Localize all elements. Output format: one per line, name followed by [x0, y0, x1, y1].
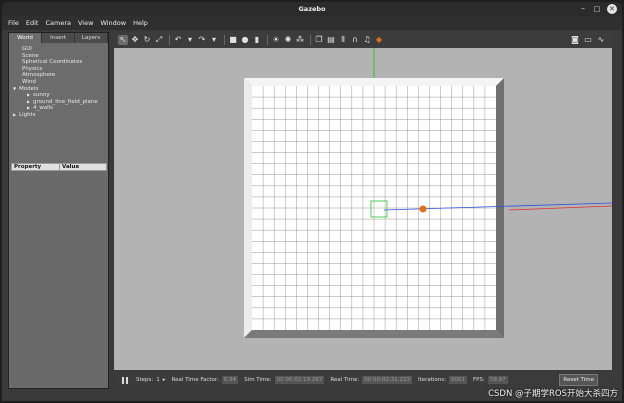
left-panel-tabs: World Insert Layers [9, 33, 108, 43]
pause-icon [122, 376, 124, 384]
tree-item-models[interactable]: ▼ Models [13, 86, 104, 93]
screenshot-camera-icon[interactable]: ◙ [570, 35, 580, 45]
tree-item-wind[interactable]: Wind [13, 79, 104, 86]
fps-label: FPS: [473, 377, 485, 383]
toolbar-separator [169, 35, 170, 45]
tree-item-gui[interactable]: GUI [13, 46, 104, 53]
property-column-header: Property [12, 164, 60, 170]
undo-icon[interactable]: ↶ [173, 35, 183, 45]
tree-item-lights-label: Lights [19, 111, 36, 118]
snap-icon[interactable]: ∩ [350, 35, 360, 45]
sim-time-value: 00 00:02:19.267 [274, 376, 325, 384]
steps-label: Steps: [136, 377, 154, 383]
world-tree: GUI Scene Spherical Coordinates Physics … [9, 43, 108, 161]
fps-value: 59.97 [487, 376, 508, 384]
watermark-text: CSDN @子期学ROS开始大杀四方 [488, 389, 618, 399]
tree-item-spherical-coordinates[interactable]: Spherical Coordinates [13, 59, 104, 66]
menu-file[interactable]: File [8, 19, 19, 27]
view-angle-icon[interactable]: ◆ [374, 35, 384, 45]
pause-button[interactable] [120, 375, 130, 385]
toolbar-right-group: ◙ ▭ ∿ [567, 35, 606, 45]
toolbar-main-group: ↖ ✥ ↻ ⤢ ↶ ▾ ↷ ▾ ■ ● ▮ ☀ ✺ ⁂ ❐ ▤ ⫴ ∩ ♫ ◆ [118, 35, 386, 45]
left-panel: World Insert Layers GUI Scene Spherical … [8, 32, 109, 389]
tree-item-physics[interactable]: Physics [13, 66, 104, 73]
steps-dropdown-icon[interactable]: ▸ [163, 377, 166, 383]
menu-camera[interactable]: Camera [45, 19, 71, 27]
box-shape-icon[interactable]: ■ [228, 35, 238, 45]
minimize-button[interactable]: – [578, 4, 588, 14]
iterations-value: 9001 [449, 376, 468, 384]
tree-item-label: ground_line_field_plane [33, 98, 98, 105]
log-icon[interactable]: ▭ [583, 35, 593, 45]
wall-left-face [244, 78, 252, 338]
title-bar: Gazebo – □ ✕ [2, 2, 622, 16]
tree-item-scene[interactable]: Scene [13, 53, 104, 60]
rtf-value: 0.94 [221, 376, 239, 384]
point-light-icon[interactable]: ☀ [271, 35, 281, 45]
tree-item-label: 4_walls [33, 105, 54, 112]
property-table-header: Property Value [11, 163, 107, 171]
value-column-header: Value [62, 164, 80, 170]
maximize-button[interactable]: □ [592, 4, 602, 14]
property-table-body [11, 171, 107, 387]
paste-icon[interactable]: ▤ [326, 35, 336, 45]
rotate-tool-icon[interactable]: ↻ [142, 35, 152, 45]
rtf-label: Real Time Factor: [171, 377, 219, 383]
3d-viewport[interactable] [114, 48, 612, 370]
menu-window[interactable]: Window [100, 19, 126, 27]
toolbar: ↖ ✥ ↻ ⤢ ↶ ▾ ↷ ▾ ■ ● ▮ ☀ ✺ ⁂ ❐ ▤ ⫴ ∩ ♫ ◆ ◙ ▭ ∿ [114, 32, 612, 48]
robot-model [419, 205, 427, 213]
select-tool-icon[interactable]: ↖ [118, 35, 128, 45]
tree-item-lights[interactable]: ▶ Lights [13, 112, 104, 119]
tree-item-model-sunny[interactable]: ▶ sunny [13, 92, 104, 99]
redo-icon[interactable]: ↷ [197, 35, 207, 45]
menu-view[interactable]: View [78, 19, 93, 27]
cylinder-shape-icon[interactable]: ▮ [252, 35, 262, 45]
sim-time-label: Sim Time: [244, 377, 272, 383]
tree-item-model-ground-line-field-plane[interactable]: ▶ ground_line_field_plane [13, 99, 104, 106]
copy-icon[interactable]: ❐ [314, 35, 324, 45]
iterations-label: Iterations: [417, 377, 447, 383]
wall-top-face [244, 78, 504, 86]
tab-insert[interactable]: Insert [42, 33, 75, 43]
audio-icon[interactable]: ♫ [362, 35, 372, 45]
tab-world[interactable]: World [9, 33, 42, 43]
y-axis-line [508, 205, 612, 211]
tree-item-label: sunny [33, 92, 50, 99]
menu-bar: File Edit Camera View Window Help [2, 16, 622, 30]
pause-icon [126, 376, 128, 384]
toolbar-separator [267, 35, 268, 45]
redo-dropdown-icon[interactable]: ▾ [209, 35, 219, 45]
plot-icon[interactable]: ∿ [596, 35, 606, 45]
real-time-label: Real Time: [330, 377, 360, 383]
spot-light-icon[interactable]: ✺ [283, 35, 293, 45]
tree-item-model-4-walls[interactable]: ▶ 4_walls [13, 105, 104, 112]
menu-edit[interactable]: Edit [26, 19, 39, 27]
toolbar-separator [224, 35, 225, 45]
menu-help[interactable]: Help [133, 19, 148, 27]
scale-tool-icon[interactable]: ⤢ [154, 35, 164, 45]
toolbar-separator [310, 35, 311, 45]
directional-light-icon[interactable]: ⁂ [295, 35, 305, 45]
wall-bottom-face [244, 330, 504, 338]
tree-item-atmosphere[interactable]: Atmosphere [13, 72, 104, 79]
real-time-value: 00 00:02:31.223 [362, 376, 412, 384]
tree-item-models-label: Models [19, 85, 39, 92]
tab-layers[interactable]: Layers [75, 33, 108, 43]
steps-value[interactable]: 1 [156, 377, 160, 383]
align-icon[interactable]: ⫴ [338, 35, 348, 45]
close-button[interactable]: ✕ [607, 4, 617, 14]
scene-canvas[interactable] [114, 48, 612, 370]
undo-dropdown-icon[interactable]: ▾ [185, 35, 195, 45]
window-title: Gazebo [298, 5, 326, 13]
reset-time-button[interactable]: Reset Time [559, 374, 598, 386]
sphere-shape-icon[interactable]: ● [240, 35, 250, 45]
gazebo-window: Gazebo – □ ✕ File Edit Camera View Windo… [2, 2, 622, 401]
wall-right-face [496, 78, 504, 338]
translate-tool-icon[interactable]: ✥ [130, 35, 140, 45]
